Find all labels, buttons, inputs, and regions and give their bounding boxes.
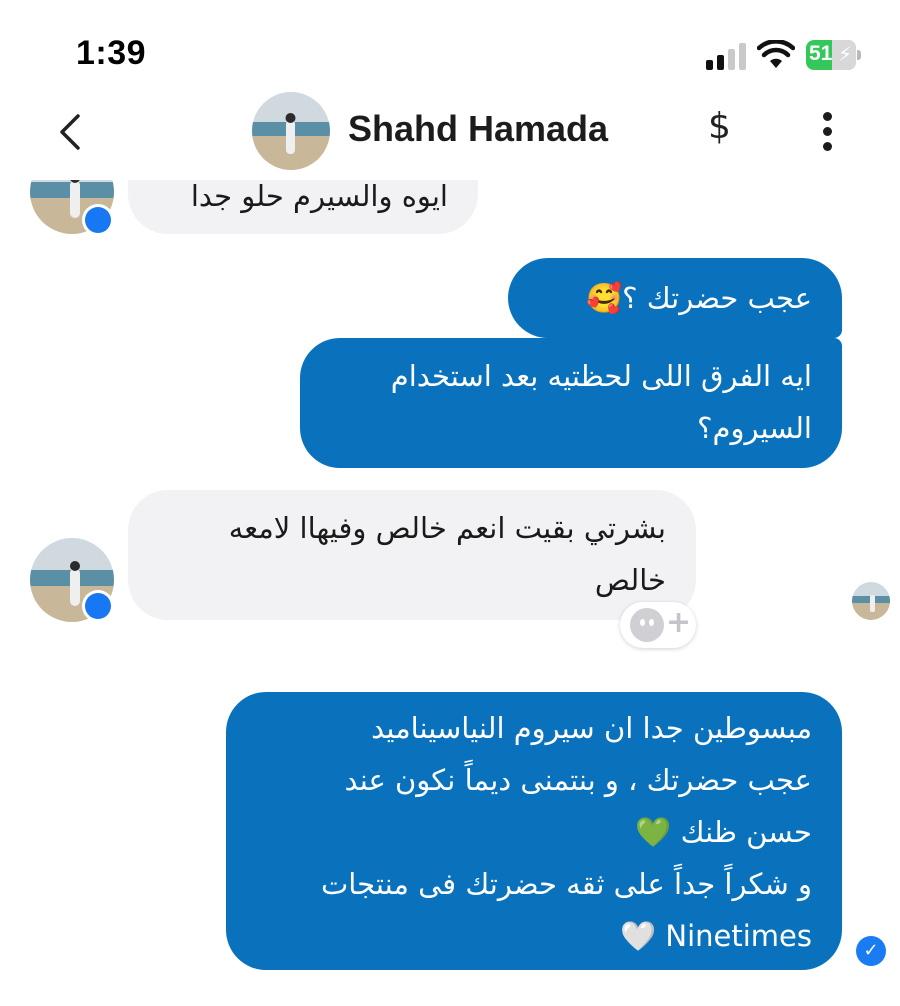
message-bubble-outgoing[interactable]: ايه الفرق اللى لحظتيه بعد استخدام السيرو… — [300, 338, 842, 468]
seen-avatar — [852, 582, 890, 620]
message-list[interactable]: ايوه والسيرم حلو جدا عجب حضرتك ؟🥰 ايه ال… — [0, 180, 900, 1006]
contact-name[interactable]: Shahd Hamada — [348, 108, 608, 150]
wifi-icon — [757, 40, 795, 68]
contact-avatar[interactable] — [252, 92, 330, 170]
messenger-badge-icon — [82, 204, 114, 236]
status-bar: 1:39 51 ⚡ — [0, 0, 900, 100]
message-bubble-outgoing[interactable]: عجب حضرتك ؟🥰 — [508, 258, 842, 338]
message-text: مبسوطين جدا ان سيروم النياسيناميد — [371, 711, 812, 745]
message-text: عجب حضرتك ، و بنتمنى ديماً نكون عند — [344, 763, 812, 797]
message-text: خالص — [594, 563, 666, 597]
message-text: حسن ظنك 💚 — [635, 815, 812, 849]
message-bubble-incoming[interactable]: ايوه والسيرم حلو جدا — [128, 180, 478, 234]
reaction-plus: + — [666, 605, 692, 640]
battery-charging-icon: 51 ⚡ — [806, 40, 862, 70]
add-reaction-button[interactable]: + — [620, 602, 696, 648]
message-text: ايه الفرق اللى لحظتيه بعد استخدام — [390, 359, 812, 393]
chevron-left-icon[interactable] — [52, 108, 88, 156]
message-text: بشرتي بقيت انعم خالص وفيهاا لامعه — [228, 511, 666, 545]
status-time: 1:39 — [76, 34, 147, 72]
check-circle-icon: ✓ — [856, 936, 886, 966]
conversation-header: Shahd Hamada $ — [0, 88, 900, 180]
message-text: و شكراً جداً على ثقه حضرتك فى منتجات — [321, 867, 812, 901]
message-text: عجب حضرتك ؟🥰 — [585, 281, 812, 315]
message-bubble-incoming[interactable]: بشرتي بقيت انعم خالص وفيهاا لامعه خالص — [128, 490, 696, 620]
battery-level: 51 — [809, 42, 833, 65]
messenger-badge-icon — [82, 590, 114, 622]
message-text: ايوه والسيرم حلو جدا — [190, 180, 448, 213]
dollar-icon[interactable]: $ — [708, 106, 731, 147]
message-text: Ninetimes 🤍 — [620, 919, 812, 953]
add-reaction-icon — [630, 608, 664, 642]
message-bubble-outgoing[interactable]: مبسوطين جدا ان سيروم النياسيناميد عجب حض… — [226, 692, 842, 970]
cellular-signal-icon — [706, 42, 748, 70]
more-vertical-icon[interactable] — [818, 110, 838, 154]
message-text: السيروم؟ — [697, 411, 812, 445]
